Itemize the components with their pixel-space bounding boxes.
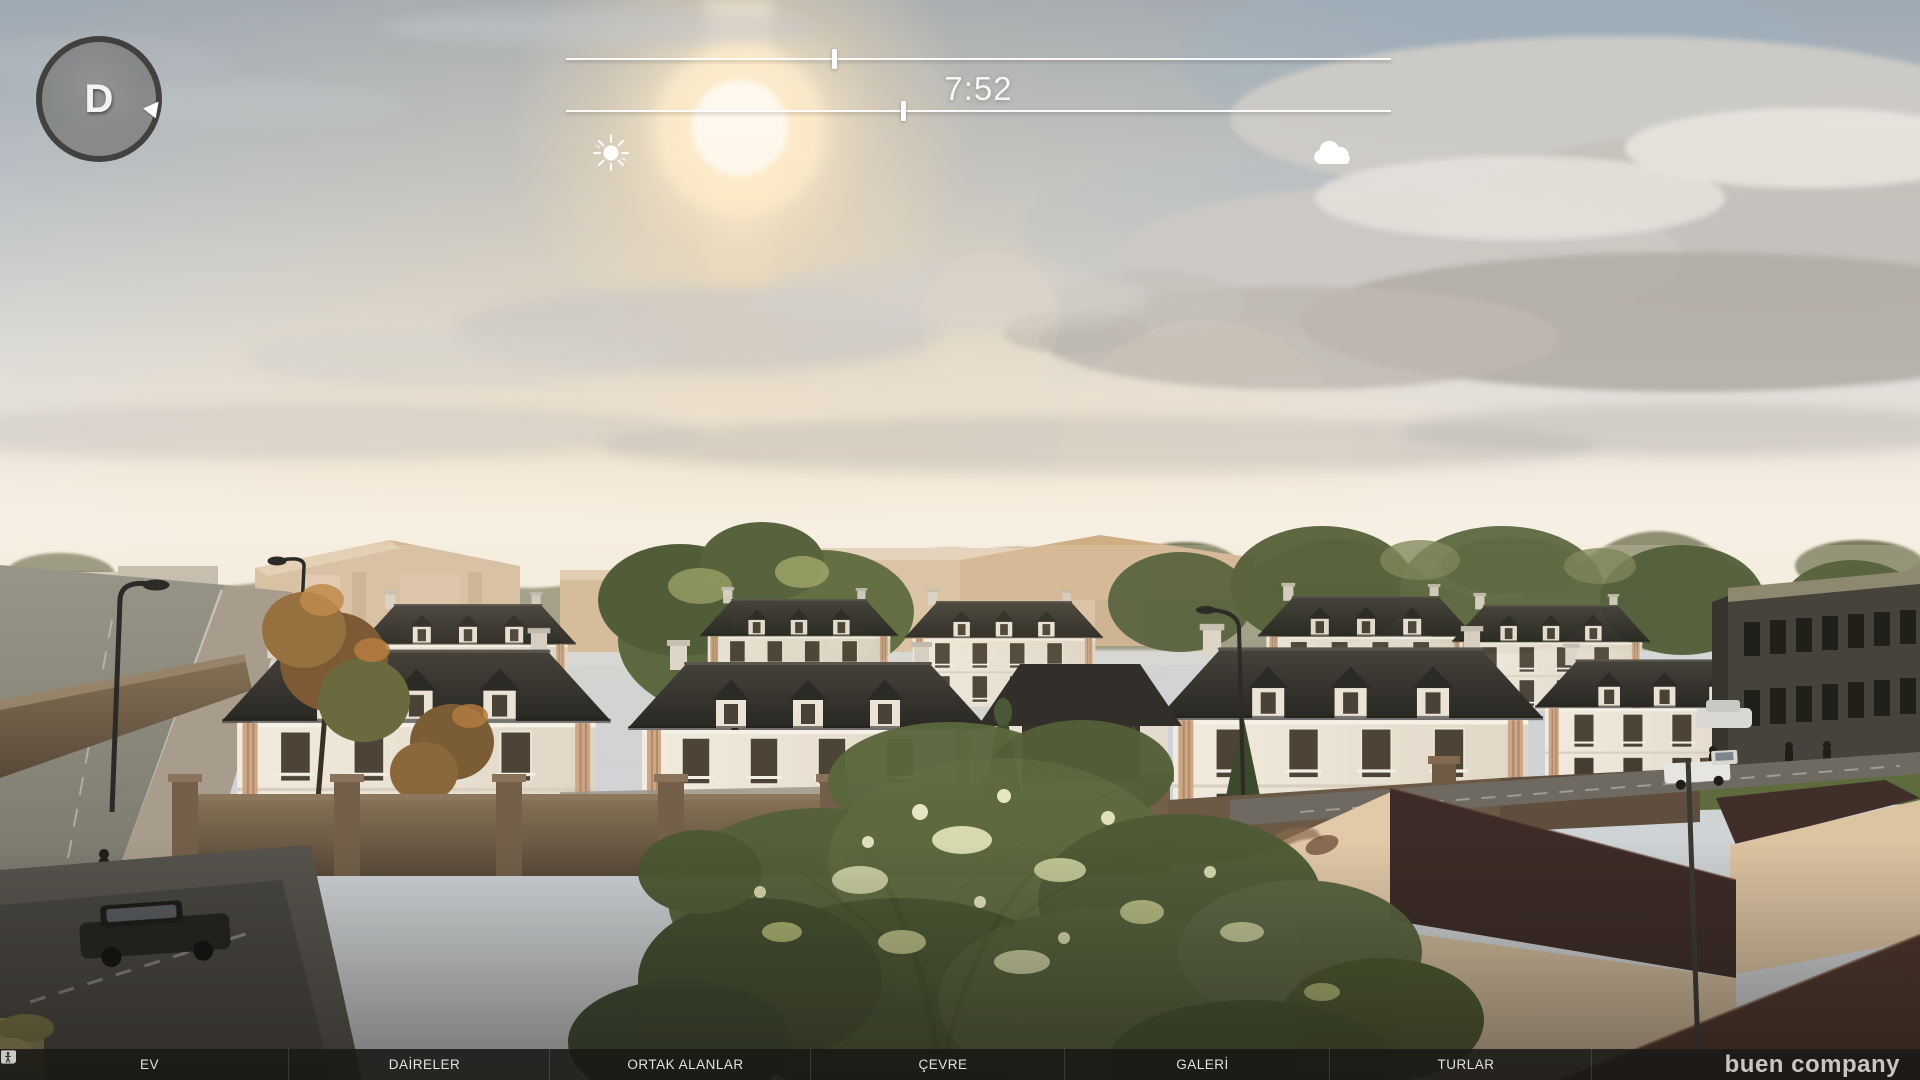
time-display: 7:52 xyxy=(566,70,1391,108)
nav-item-surroundings[interactable]: ÇEVRE xyxy=(811,1049,1065,1080)
time-slider-handle[interactable] xyxy=(832,49,837,69)
compass[interactable]: D xyxy=(36,36,162,162)
nav-label-gallery: GALERİ xyxy=(1176,1057,1229,1072)
nav-item-tours[interactable]: TURLAR xyxy=(1330,1049,1592,1080)
nav-item-home[interactable]: EV xyxy=(0,1049,289,1080)
nav-label-common-areas: ORTAK ALANLAR xyxy=(627,1057,743,1072)
bottom-vignette xyxy=(0,840,1920,1080)
nav-label-tours: TURLAR xyxy=(1437,1057,1494,1072)
nav-item-apartments[interactable]: DAİRELER xyxy=(289,1049,550,1080)
time-slider-track[interactable] xyxy=(566,58,1391,60)
viewport-3d-scene[interactable] xyxy=(0,0,1920,1080)
bottom-navbar: EV DAİRELER ORTAK ALANLAR ÇEVRE GALERİ xyxy=(0,1049,1920,1080)
app-window: D 7:52 EV xyxy=(0,0,1920,1080)
nav-label-apartments: DAİRELER xyxy=(389,1057,461,1072)
nav-label-surroundings: ÇEVRE xyxy=(918,1057,967,1072)
compass-direction-label: D xyxy=(85,79,114,119)
brand-logo: buen company xyxy=(1592,1049,1920,1080)
weather-slider-track[interactable] xyxy=(566,110,1391,112)
weather-slider-handle[interactable] xyxy=(901,101,906,121)
nav-label-home: EV xyxy=(140,1057,159,1072)
brand-logo-text: buen company xyxy=(1725,1051,1900,1079)
nav-item-common-areas[interactable]: ORTAK ALANLAR xyxy=(550,1049,811,1080)
nav-item-gallery[interactable]: GALERİ xyxy=(1065,1049,1330,1080)
